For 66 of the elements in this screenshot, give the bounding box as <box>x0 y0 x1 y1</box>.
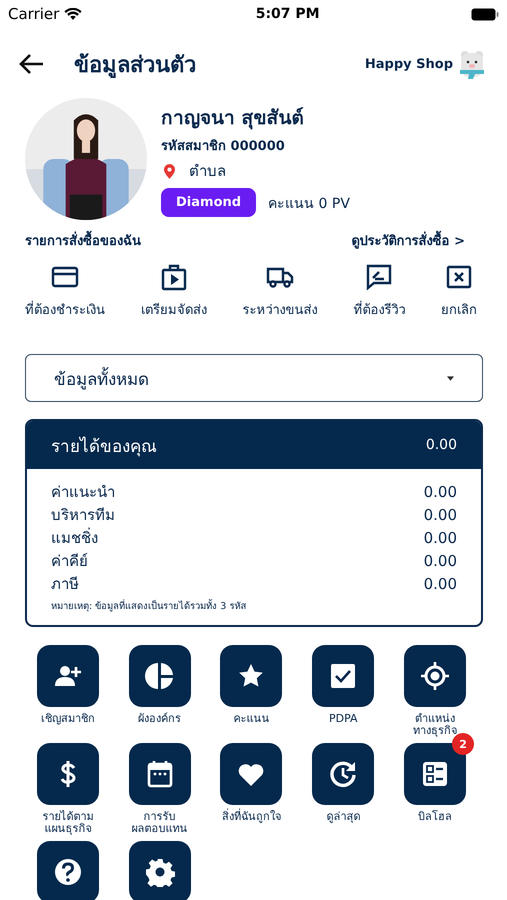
income-value: 0.00 <box>424 482 457 503</box>
play-box-icon <box>160 263 188 291</box>
menu-tile[interactable] <box>36 841 99 900</box>
order-status-item[interactable]: ที่ต้องรีวิว <box>353 263 406 320</box>
member-name: กาญจนา สุขสันต์ <box>161 106 304 132</box>
notification-badge: 2 <box>452 733 474 755</box>
income-note: หมายเหตุ: ข้อมูลที่แสดงเป็นรายได้รวมทั้ง 3 รหัส <box>51 598 248 613</box>
page-title: ข้อมูลส่วนตัว <box>74 52 196 80</box>
menu-label: บิลโฮล <box>418 811 452 825</box>
income-label: ค่าคีย์ <box>51 551 88 572</box>
filter-dropdown[interactable]: ข้อมูลทั้งหมด <box>25 354 483 402</box>
income-label: แมชชิ่ง <box>51 527 98 549</box>
menu-tile[interactable] <box>36 743 99 805</box>
order-status-item[interactable]: ที่ต้องชำระเงิน <box>25 263 105 320</box>
income-title: รายได้ของคุณ <box>51 436 157 458</box>
close-box-icon <box>445 263 473 291</box>
menu-tile[interactable] <box>220 645 282 707</box>
pie-chart-icon <box>144 661 175 691</box>
status-time: 5:07 PM <box>254 6 320 22</box>
menu-label: เชิญสมาชิก <box>40 713 95 727</box>
menu-label: สิ่งที่ฉันถูกใจ <box>222 811 281 825</box>
income-label: ภาษี <box>51 574 79 595</box>
calendar-icon <box>144 759 175 789</box>
location-pin-icon <box>164 164 175 178</box>
order-status-item[interactable]: ระหว่างขนส่ง <box>242 263 318 320</box>
menu-tile[interactable] <box>220 743 282 805</box>
menu-tile[interactable] <box>312 743 374 805</box>
order-status-item[interactable]: ยกเลิก <box>441 263 477 320</box>
menu-label: รายได้ตาม แผนธุรกิจ <box>42 811 94 835</box>
wifi-icon <box>64 8 82 20</box>
income-value: 0.00 <box>424 528 457 549</box>
income-label: บริหารทีม <box>51 505 115 526</box>
menu-label: ผังองค์กร <box>138 713 182 727</box>
location-text: ตำบล <box>189 161 226 182</box>
income-label: ค่าแนะนำ <box>51 482 115 503</box>
battery-icon <box>470 8 499 20</box>
carrier-name: Carrier <box>8 5 60 23</box>
points-text: คะแนน 0 PV <box>268 194 350 214</box>
bear-logo-icon <box>457 49 487 79</box>
brand-name: Happy Shop <box>364 56 453 72</box>
menu-label: การรับ ผลตอบแทน <box>132 811 188 835</box>
menu-label: ดูล่าสุด <box>326 811 360 825</box>
history-icon <box>328 759 358 789</box>
menu-tile[interactable] <box>128 645 191 707</box>
income-value: 0.00 <box>424 551 457 572</box>
target-icon <box>420 661 450 691</box>
income-value: 0.00 <box>424 505 457 526</box>
menu-tile[interactable] <box>36 645 99 707</box>
menu-label: PDPA <box>329 713 358 727</box>
order-history-link[interactable]: ดูประวัติการสั่งซื้อ > <box>352 230 465 251</box>
menu-label: คะแนน <box>233 713 270 727</box>
comment-edit-icon <box>365 263 394 291</box>
member-code: รหัสสมาชิก 000000 <box>161 138 285 156</box>
order-status-item[interactable]: เตรียมจัดส่ง <box>140 263 207 320</box>
caret-icon <box>447 376 454 380</box>
menu-tile[interactable] <box>128 841 191 900</box>
income-total: 0.00 <box>426 437 457 453</box>
back-arrow-icon[interactable] <box>18 53 44 75</box>
rank-badge: Diamond <box>161 188 256 217</box>
settings-icon <box>144 857 175 887</box>
menu-tile[interactable] <box>312 645 374 707</box>
section-title: รายการสั่งซื้อของฉัน <box>25 230 141 251</box>
menu-tile[interactable] <box>404 645 466 707</box>
menu-tile[interactable] <box>128 743 191 805</box>
help-icon <box>52 857 83 887</box>
income-value: 0.00 <box>424 574 457 595</box>
